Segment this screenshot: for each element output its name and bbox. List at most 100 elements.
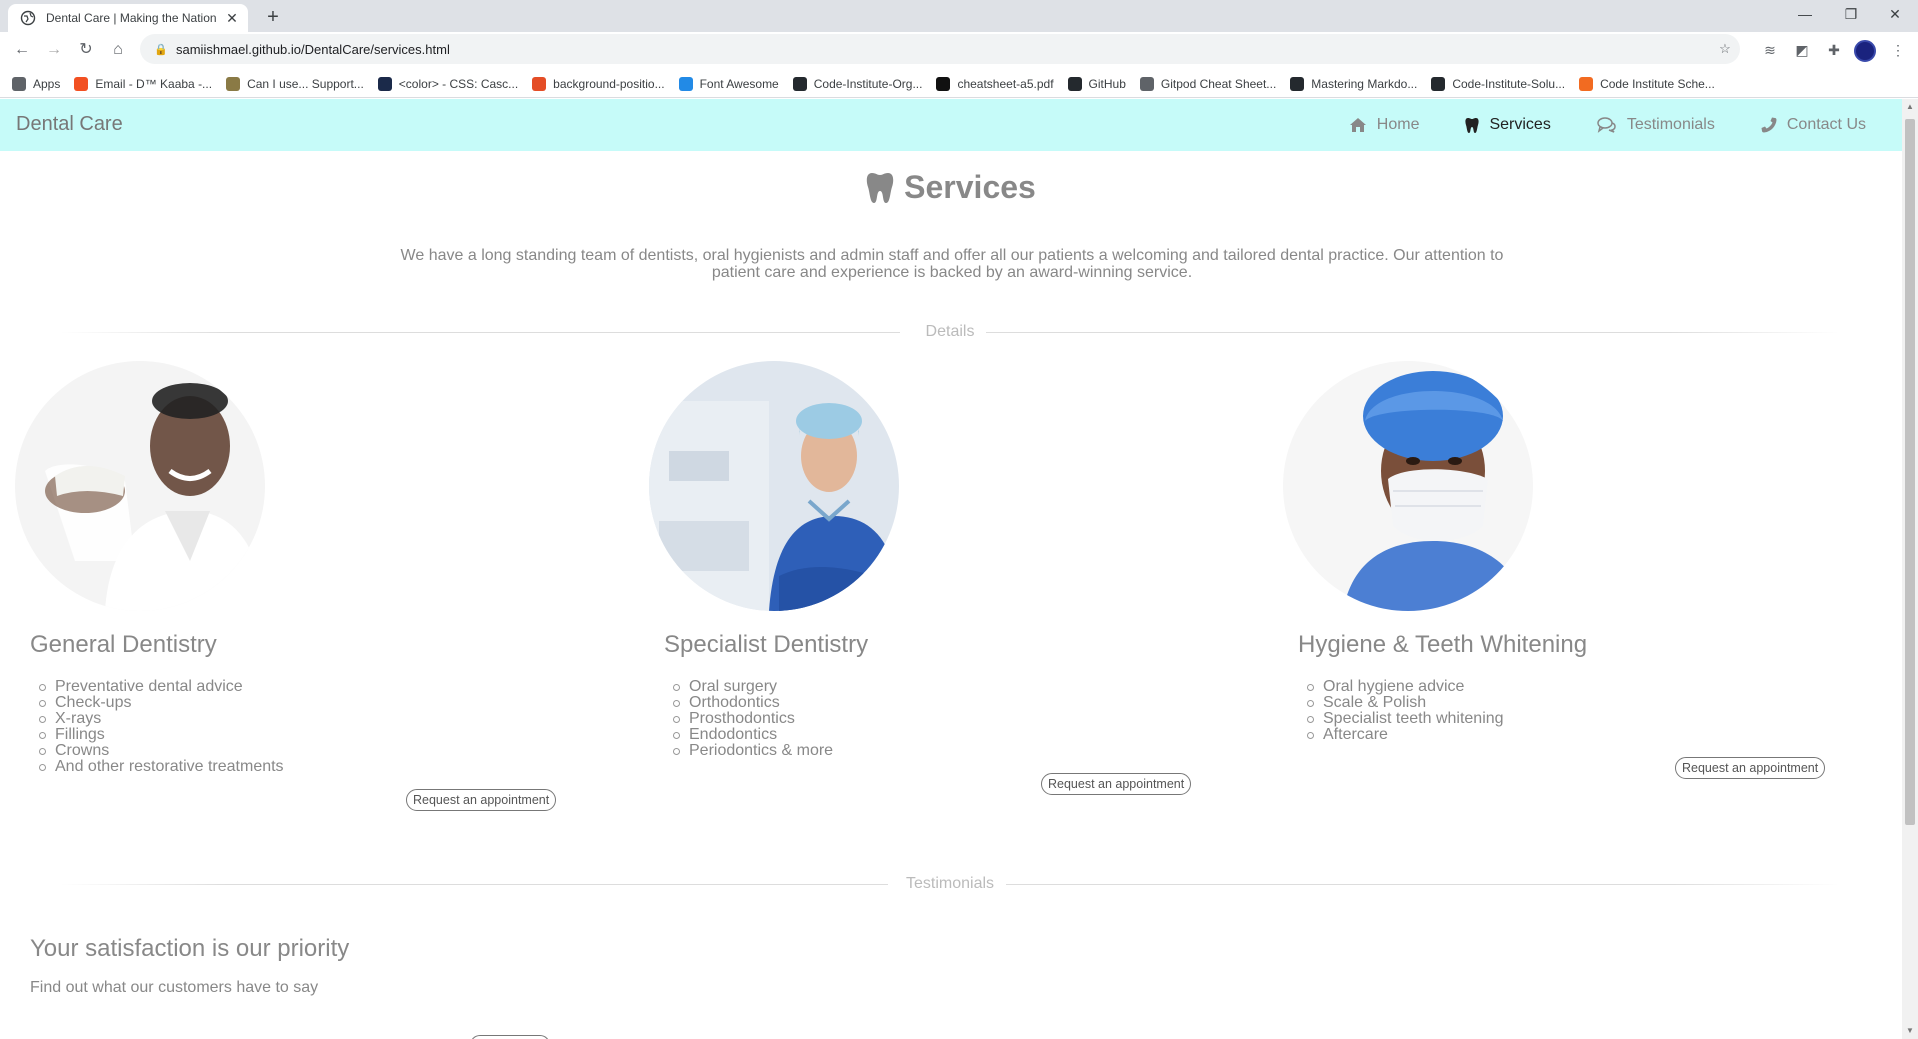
bookmark-item[interactable]: Code-Institute-Org...: [792, 76, 923, 91]
request-appointment-button[interactable]: Request an appointment: [1675, 757, 1826, 779]
browser-toolbar: ← → ↻ ⌂ 🔒 samiishmael.github.io/DentalCa…: [0, 32, 1918, 70]
partial-button[interactable]: [470, 1035, 550, 1039]
list-item: Periodontics & more: [672, 742, 834, 759]
request-appointment-button[interactable]: Request an appointment: [1041, 773, 1192, 795]
bookmark-label: Email - D™ Kaaba -...: [95, 76, 213, 91]
nav-home[interactable]: Home: [1349, 116, 1420, 134]
service-heading: General Dentistry: [30, 631, 217, 658]
scroll-up-icon[interactable]: ▲: [1902, 99, 1918, 115]
service-heading: Hygiene & Teeth Whitening: [1298, 631, 1588, 658]
details-divider-label: Details: [917, 323, 983, 340]
tooth-icon: [866, 172, 894, 203]
service-list: Preventative dental advice Check-ups X-r…: [39, 679, 284, 775]
nav-services[interactable]: Services: [1465, 116, 1551, 134]
list-item: Scale & Polish: [1307, 695, 1504, 711]
list-item: Prosthodontics: [672, 711, 833, 727]
phone-icon: [1761, 117, 1777, 133]
bookmark-label: Mastering Markdo...: [1311, 76, 1418, 91]
bookmark-item[interactable]: cheatsheet-a5.pdf: [936, 76, 1054, 91]
bookmark-item[interactable]: Font Awesome: [678, 76, 779, 91]
restore-icon[interactable]: ❐: [1828, 0, 1874, 30]
details-divider: Details: [60, 323, 1840, 343]
browser-tab[interactable]: Dental Care | Making the Nation ✕: [8, 4, 248, 32]
nav-contact-label: Contact Us: [1786, 116, 1866, 133]
service-heading: Specialist Dentistry: [664, 631, 869, 658]
bookmark-item[interactable]: <color> - CSS: Casc...: [377, 76, 518, 91]
comments-icon: [1597, 117, 1616, 133]
code-institute-icon: [1579, 76, 1594, 91]
home-button-icon[interactable]: ⌂: [104, 36, 132, 64]
nav-testimonials-label: Testimonials: [1626, 116, 1715, 133]
new-tab-button[interactable]: +: [260, 4, 286, 30]
bookmark-item[interactable]: Code-Institute-Solu...: [1431, 76, 1566, 91]
extensions-puzzle-icon[interactable]: ✚: [1822, 38, 1846, 62]
pdf-globe-icon: [936, 76, 951, 91]
browser-tab-strip: Dental Care | Making the Nation ✕ + — ❐ …: [0, 0, 1918, 32]
list-item: X-rays: [39, 711, 284, 727]
bookmark-label: Code-Institute-Org...: [813, 76, 923, 91]
list-item: Oral surgery: [672, 679, 833, 695]
reload-icon[interactable]: ↻: [72, 36, 100, 64]
forward-icon[interactable]: →: [40, 36, 68, 64]
page-scrollbar[interactable]: ▲ ▼: [1902, 99, 1918, 1039]
lock-icon: 🔒: [154, 43, 168, 56]
bookmark-item[interactable]: Email - D™ Kaaba -...: [74, 76, 213, 91]
globe-icon: [1139, 76, 1154, 91]
menu-kebab-icon[interactable]: ⋮: [1886, 38, 1910, 62]
list-item: Check-ups: [39, 695, 284, 711]
bookmark-item[interactable]: Apps: [12, 76, 61, 91]
bookmark-item[interactable]: background-positio...: [532, 76, 665, 91]
bookmark-label: Apps: [33, 76, 61, 91]
bookmark-label: GitHub: [1088, 76, 1126, 91]
minimize-icon[interactable]: —: [1782, 0, 1828, 30]
globe-icon: [20, 10, 36, 26]
bookmark-label: Gitpod Cheat Sheet...: [1160, 76, 1277, 91]
list-item: Fillings: [39, 727, 284, 743]
close-window-icon[interactable]: ✕: [1872, 0, 1918, 30]
list-item: Endodontics: [672, 727, 833, 743]
testimonials-heading: Your satisfaction is our priority: [30, 935, 350, 962]
nav-links: Home Services Testimonials Contact Us: [1303, 99, 1866, 151]
nav-testimonials[interactable]: Testimonials: [1597, 116, 1715, 134]
hygienist-photo: [1283, 361, 1533, 611]
scrollbar-thumb[interactable]: [1905, 119, 1915, 825]
github-icon: [1431, 76, 1446, 91]
microsoft-icon: [74, 76, 89, 91]
dentist-photo: [15, 361, 265, 611]
home-icon: [1349, 118, 1366, 132]
bookmark-item[interactable]: Gitpod Cheat Sheet...: [1139, 76, 1277, 91]
extension-icon[interactable]: ≋: [1758, 38, 1782, 62]
request-appointment-button[interactable]: Request an appointment: [406, 789, 557, 811]
page-title-text: Services: [904, 169, 1036, 205]
bookmark-item[interactable]: Mastering Markdo...: [1290, 76, 1418, 91]
tooth-icon: [1465, 117, 1480, 133]
nav-services-label: Services: [1489, 116, 1551, 133]
tab-title: Dental Care | Making the Nation: [46, 11, 217, 25]
bookmark-star-icon[interactable]: ☆: [1710, 41, 1740, 57]
bookmark-label: Can I use... Support...: [247, 76, 364, 91]
bookmark-label: Code-Institute-Solu...: [1452, 76, 1566, 91]
nav-home-label: Home: [1376, 116, 1420, 133]
codepen-icon: [532, 76, 547, 91]
list-item: Orthodontics: [672, 695, 833, 711]
close-tab-icon[interactable]: ✕: [224, 10, 240, 27]
profile-avatar[interactable]: [1854, 40, 1876, 62]
fontawesome-flag-icon: [678, 76, 693, 91]
github-icon: [792, 76, 807, 91]
bookmarks-bar: Apps Email - D™ Kaaba -... Can I use... Su…: [0, 70, 1918, 98]
testimonials-divider: Testimonials: [60, 875, 1840, 895]
nav-contact[interactable]: Contact Us: [1761, 116, 1866, 134]
bookmark-item[interactable]: GitHub: [1067, 76, 1126, 91]
bookmark-label: cheatsheet-a5.pdf: [957, 76, 1054, 91]
address-bar[interactable]: 🔒 samiishmael.github.io/DentalCare/servi…: [140, 34, 1740, 64]
extension-badge-icon[interactable]: ◩: [1790, 38, 1814, 62]
bookmark-item[interactable]: Code Institute Sche...: [1579, 76, 1715, 91]
scroll-down-icon[interactable]: ▼: [1902, 1023, 1918, 1039]
bookmark-label: Font Awesome: [699, 76, 779, 91]
brand-link[interactable]: Dental Care: [16, 113, 123, 136]
bookmark-item[interactable]: Can I use... Support...: [226, 76, 364, 91]
github-icon: [1067, 76, 1082, 91]
back-icon[interactable]: ←: [8, 36, 36, 64]
surgeon-photo: [649, 361, 899, 611]
service-list: Oral hygiene advice Scale & Polish Speci…: [1307, 679, 1504, 743]
